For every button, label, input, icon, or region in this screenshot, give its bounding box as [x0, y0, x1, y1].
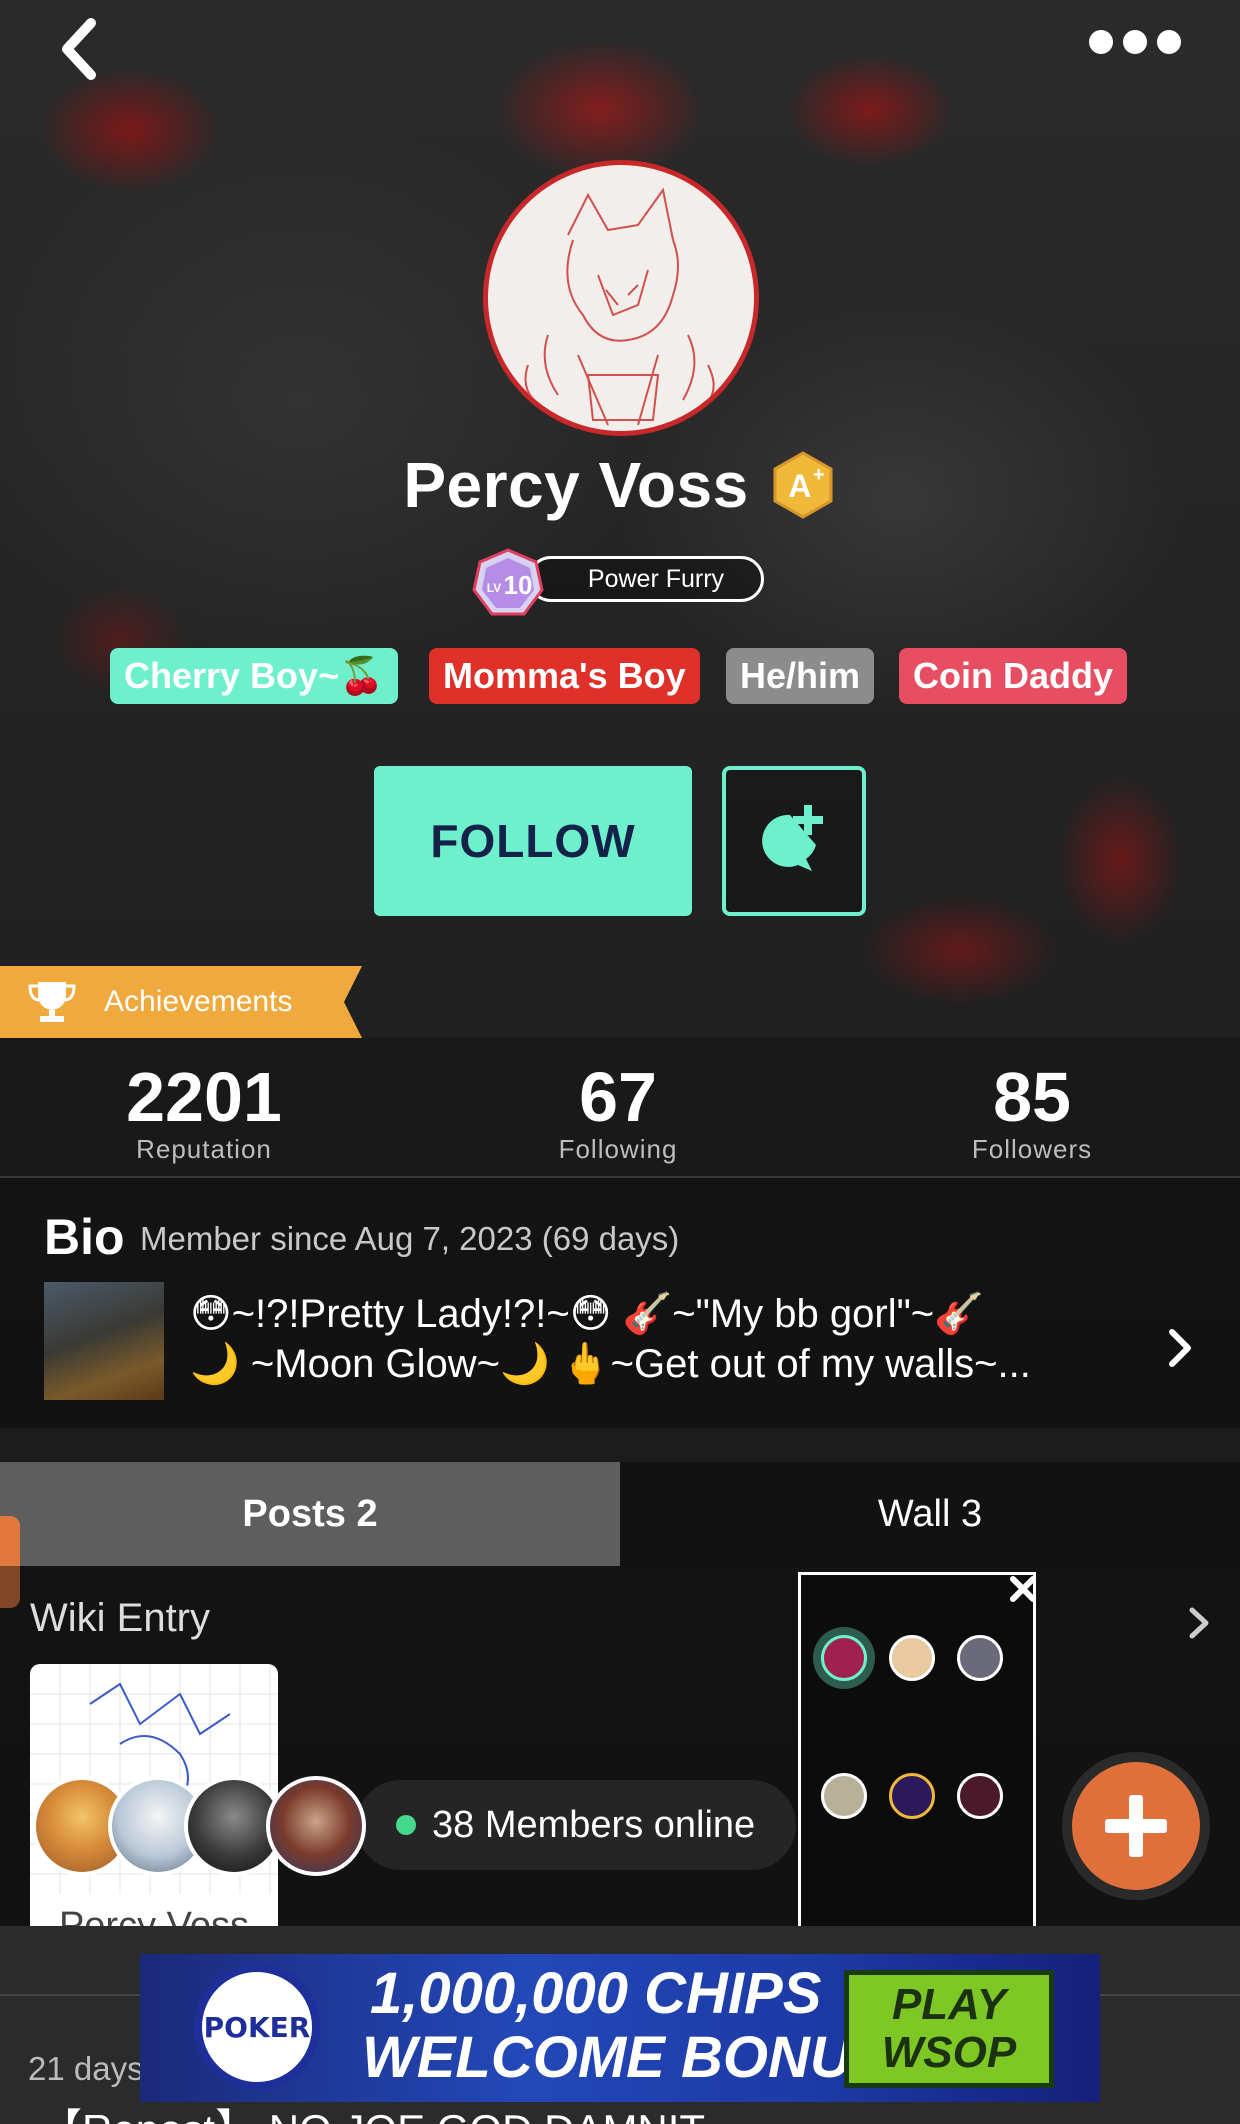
trophy-icon: [28, 982, 76, 1022]
stat-value: 67: [579, 1058, 657, 1136]
stat-followers[interactable]: 85 Followers: [882, 1062, 1182, 1165]
back-icon[interactable]: [40, 8, 120, 88]
panel-avatar[interactable]: [889, 1635, 935, 1681]
bio-text-line-1: 😳~!?!Pretty Lady!?!~😳 🎸~"My bb gorl"~🎸: [190, 1292, 984, 1336]
wiki-title: Wiki Entry: [30, 1596, 210, 1640]
tag-coin-daddy: Coin Daddy: [899, 648, 1128, 704]
svg-text:LV: LV: [487, 581, 501, 595]
ad-banner[interactable]: POKER 1,000,000 CHIPS WELCOME BONUS! PLA…: [140, 1954, 1100, 2102]
members-online[interactable]: 38 Members online: [396, 1800, 755, 1850]
member-since: Member since Aug 7, 2023 (69 days): [140, 1220, 680, 1257]
leader-badge-icon: A +: [773, 451, 833, 519]
members-online-text: 38 Members online: [432, 1803, 756, 1846]
panel-avatar[interactable]: [821, 1635, 867, 1681]
level-pill[interactable]: Power Furry LV 10: [472, 548, 764, 616]
ad-headline: 1,000,000 CHIPS: [370, 1961, 822, 2026]
chevron-right-icon[interactable]: [1182, 1598, 1216, 1648]
profile-avatar[interactable]: [483, 160, 759, 436]
stat-label: Reputation: [136, 1134, 272, 1164]
svg-text:A: A: [788, 468, 812, 504]
stat-label: Followers: [971, 1134, 1093, 1164]
panel-avatar[interactable]: [957, 1635, 1003, 1681]
level-badge-icon: LV 10: [472, 548, 544, 616]
tab-posts[interactable]: Posts 2: [0, 1462, 620, 1566]
plus-icon: [1072, 1762, 1200, 1890]
post-timestamp: 21 days: [28, 2050, 144, 2087]
bio-text-line-2: 🌙 ~Moon Glow~🌙 🖕~Get out of my walls~...: [190, 1342, 1031, 1386]
panel-avatar[interactable]: [889, 1773, 935, 1819]
tag-pronouns: He/him: [726, 648, 875, 704]
wsop-poker-logo: POKER: [194, 1964, 320, 2090]
avatar-sketch: [524, 187, 715, 426]
live-members-panel[interactable]: [798, 1572, 1036, 1942]
stat-following[interactable]: 67 Following: [468, 1062, 768, 1165]
create-post-button[interactable]: [1062, 1752, 1210, 1900]
stat-value: 85: [993, 1058, 1071, 1136]
panel-avatar[interactable]: [821, 1773, 867, 1819]
svg-text:10: 10: [504, 570, 533, 600]
bio-section[interactable]: Bio Member since Aug 7, 2023 (69 days) 😳…: [0, 1178, 1240, 1428]
stat-label: Following: [558, 1134, 678, 1164]
ad-cta-line-2: WSOP: [881, 2028, 1017, 2077]
close-icon[interactable]: [1000, 1566, 1046, 1612]
stats-bar: 2201 Reputation 67 Following 85 Follower…: [0, 1038, 1240, 1178]
tag-cherry-boy: Cherry Boy~🍒: [110, 648, 398, 704]
stat-value: 2201: [126, 1058, 282, 1136]
profile-name-text: Percy Voss: [403, 449, 749, 521]
more-options-icon[interactable]: [1080, 14, 1190, 70]
ad-logo-text: POKER: [203, 2010, 311, 2044]
ad-cta-line-1: PLAY: [891, 1980, 1007, 2029]
online-dot-icon: [396, 1815, 416, 1835]
chat-button[interactable]: [722, 766, 866, 916]
level-title: Power Furry: [528, 556, 764, 602]
stat-reputation[interactable]: 2201 Reputation: [54, 1062, 354, 1165]
achievements-ribbon[interactable]: Achievements: [0, 966, 362, 1038]
chevron-right-icon[interactable]: [1160, 1318, 1200, 1378]
svg-text:+: +: [813, 464, 825, 486]
member-avatar[interactable]: [266, 1776, 366, 1876]
tab-wall[interactable]: Wall 3: [620, 1462, 1240, 1566]
add-chat-icon: [762, 805, 823, 871]
bio-image: [44, 1282, 164, 1400]
profile-name: Percy Voss A +: [0, 448, 1240, 522]
ad-play-button[interactable]: PLAY WSOP: [844, 1970, 1054, 2088]
follow-button[interactable]: FOLLOW: [374, 766, 692, 916]
tag-mommas-boy: Momma's Boy: [429, 648, 700, 704]
bio-title: Bio: [44, 1209, 125, 1265]
ad-subheadline: WELCOME BONUS!: [362, 2025, 910, 2090]
achievements-label: Achievements: [104, 985, 293, 1018]
panel-avatar[interactable]: [957, 1773, 1003, 1819]
